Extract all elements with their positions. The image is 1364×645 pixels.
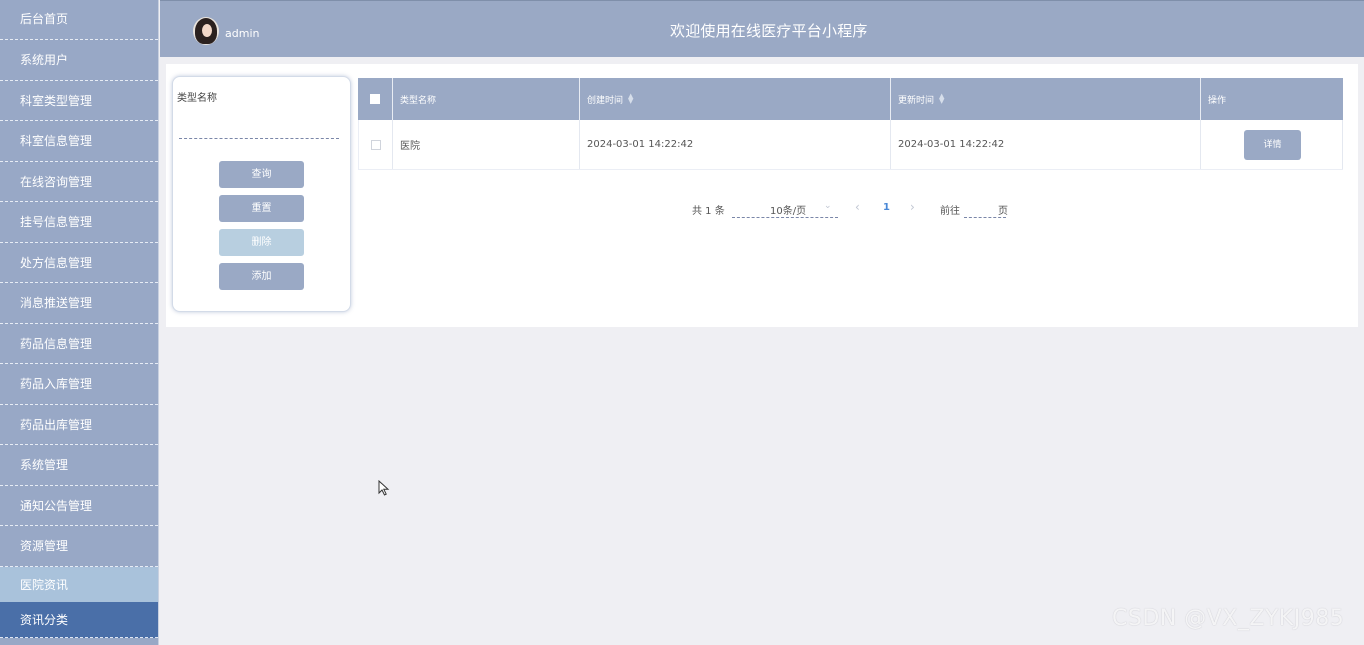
sidebar-item-notices[interactable]: 通知公告管理 xyxy=(0,486,158,526)
cell-created-time: 2024-03-01 14:22:42 xyxy=(580,120,891,169)
sort-icon[interactable]: ▲ ▼ xyxy=(628,93,633,105)
sidebar-item-registration[interactable]: 挂号信息管理 xyxy=(0,202,158,243)
sidebar: 后台首页 系统用户 科室类型管理 科室信息管理 在线咨询管理 挂号信息管理 处方… xyxy=(0,0,159,645)
sidebar-item-drug-outbound[interactable]: 药品出库管理 xyxy=(0,405,158,445)
pagination: 共 1 条 10条/页 ⌄ ‹ 1 › 前往 页 xyxy=(358,198,1343,220)
page-title: 欢迎使用在线医疗平台小程序 xyxy=(670,22,868,40)
header-updated-time-text: 更新时间 xyxy=(898,95,935,106)
goto-label: 前往 xyxy=(940,206,960,217)
search-panel: 类型名称 查询 重置 删除 添加 xyxy=(172,76,351,312)
sidebar-item-online-consult[interactable]: 在线咨询管理 xyxy=(0,162,158,202)
page-size-value: 10条/页 xyxy=(770,206,807,217)
data-table: 类型名称 创建时间 ▲ ▼ 更新时间 ▲ ▼ 操作 医院 2024-03-01 14… xyxy=(358,78,1343,218)
header-created-time[interactable]: 创建时间 ▲ ▼ xyxy=(580,78,891,120)
header-actions-text: 操作 xyxy=(1208,95,1227,106)
page-number-current[interactable]: 1 xyxy=(883,202,890,213)
header-type-name: 类型名称 xyxy=(393,78,580,120)
header-actions: 操作 xyxy=(1201,78,1343,120)
sidebar-item-system-manage[interactable]: 系统管理 xyxy=(0,445,158,486)
row-checkbox[interactable] xyxy=(370,139,381,150)
sidebar-item-resources[interactable]: 资源管理 xyxy=(0,526,158,567)
goto-suffix: 页 xyxy=(998,206,1008,217)
header-type-name-text: 类型名称 xyxy=(400,95,437,106)
sidebar-item-system-users[interactable]: 系统用户 xyxy=(0,40,158,81)
sort-icon[interactable]: ▲ ▼ xyxy=(939,93,944,105)
page-size-select[interactable]: 10条/页 ⌄ xyxy=(732,198,838,218)
cell-updated-time: 2024-03-01 14:22:42 xyxy=(891,120,1201,169)
chevron-down-icon: ⌄ xyxy=(824,201,832,211)
next-page-icon[interactable]: › xyxy=(910,200,915,214)
main-content: 类型名称 查询 重置 删除 添加 类型名称 创建时间 ▲ ▼ 更新时间 ▲ ▼ 操作 xyxy=(166,64,1358,327)
sidebar-item-home[interactable]: 后台首页 xyxy=(0,0,158,40)
delete-button[interactable]: 删除 xyxy=(219,229,304,256)
cell-actions: 详情 xyxy=(1201,120,1343,169)
avatar[interactable] xyxy=(193,17,219,45)
header-updated-time[interactable]: 更新时间 ▲ ▼ xyxy=(891,78,1201,120)
add-button[interactable]: 添加 xyxy=(219,263,304,290)
query-button[interactable]: 查询 xyxy=(219,161,304,188)
prev-page-icon[interactable]: ‹ xyxy=(855,200,860,214)
header-checkbox-cell xyxy=(358,78,393,120)
reset-button[interactable]: 重置 xyxy=(219,195,304,222)
cell-type-name: 医院 xyxy=(393,120,580,169)
sidebar-item-department-types[interactable]: 科室类型管理 xyxy=(0,81,158,121)
header-created-time-text: 创建时间 xyxy=(587,95,624,106)
table-row: 医院 2024-03-01 14:22:42 2024-03-01 14:22:… xyxy=(358,120,1343,170)
select-all-checkbox[interactable] xyxy=(370,94,380,104)
avatar-face xyxy=(202,24,212,37)
row-checkbox-cell xyxy=(358,120,393,169)
sidebar-item-drug-inbound[interactable]: 药品入库管理 xyxy=(0,364,158,405)
sidebar-item-department-info[interactable]: 科室信息管理 xyxy=(0,121,158,162)
sidebar-item-prescription[interactable]: 处方信息管理 xyxy=(0,243,158,283)
mouse-cursor-icon xyxy=(378,480,390,496)
watermark: CSDN @VX_ZYKJ985 xyxy=(1112,606,1345,631)
type-name-input[interactable] xyxy=(179,117,339,139)
username[interactable]: admin xyxy=(225,27,259,40)
sidebar-item-hospital-news[interactable]: 医院资讯 xyxy=(0,566,158,602)
pagination-total: 共 1 条 xyxy=(692,206,725,217)
detail-button[interactable]: 详情 xyxy=(1244,129,1301,160)
type-name-label: 类型名称 xyxy=(177,93,217,104)
sidebar-item-news-category[interactable]: 资讯分类 xyxy=(0,601,158,638)
sidebar-item-message-push[interactable]: 消息推送管理 xyxy=(0,283,158,324)
table-header: 类型名称 创建时间 ▲ ▼ 更新时间 ▲ ▼ 操作 xyxy=(358,78,1343,120)
sidebar-item-drug-info[interactable]: 药品信息管理 xyxy=(0,324,158,364)
top-header: admin 欢迎使用在线医疗平台小程序 xyxy=(160,0,1364,57)
